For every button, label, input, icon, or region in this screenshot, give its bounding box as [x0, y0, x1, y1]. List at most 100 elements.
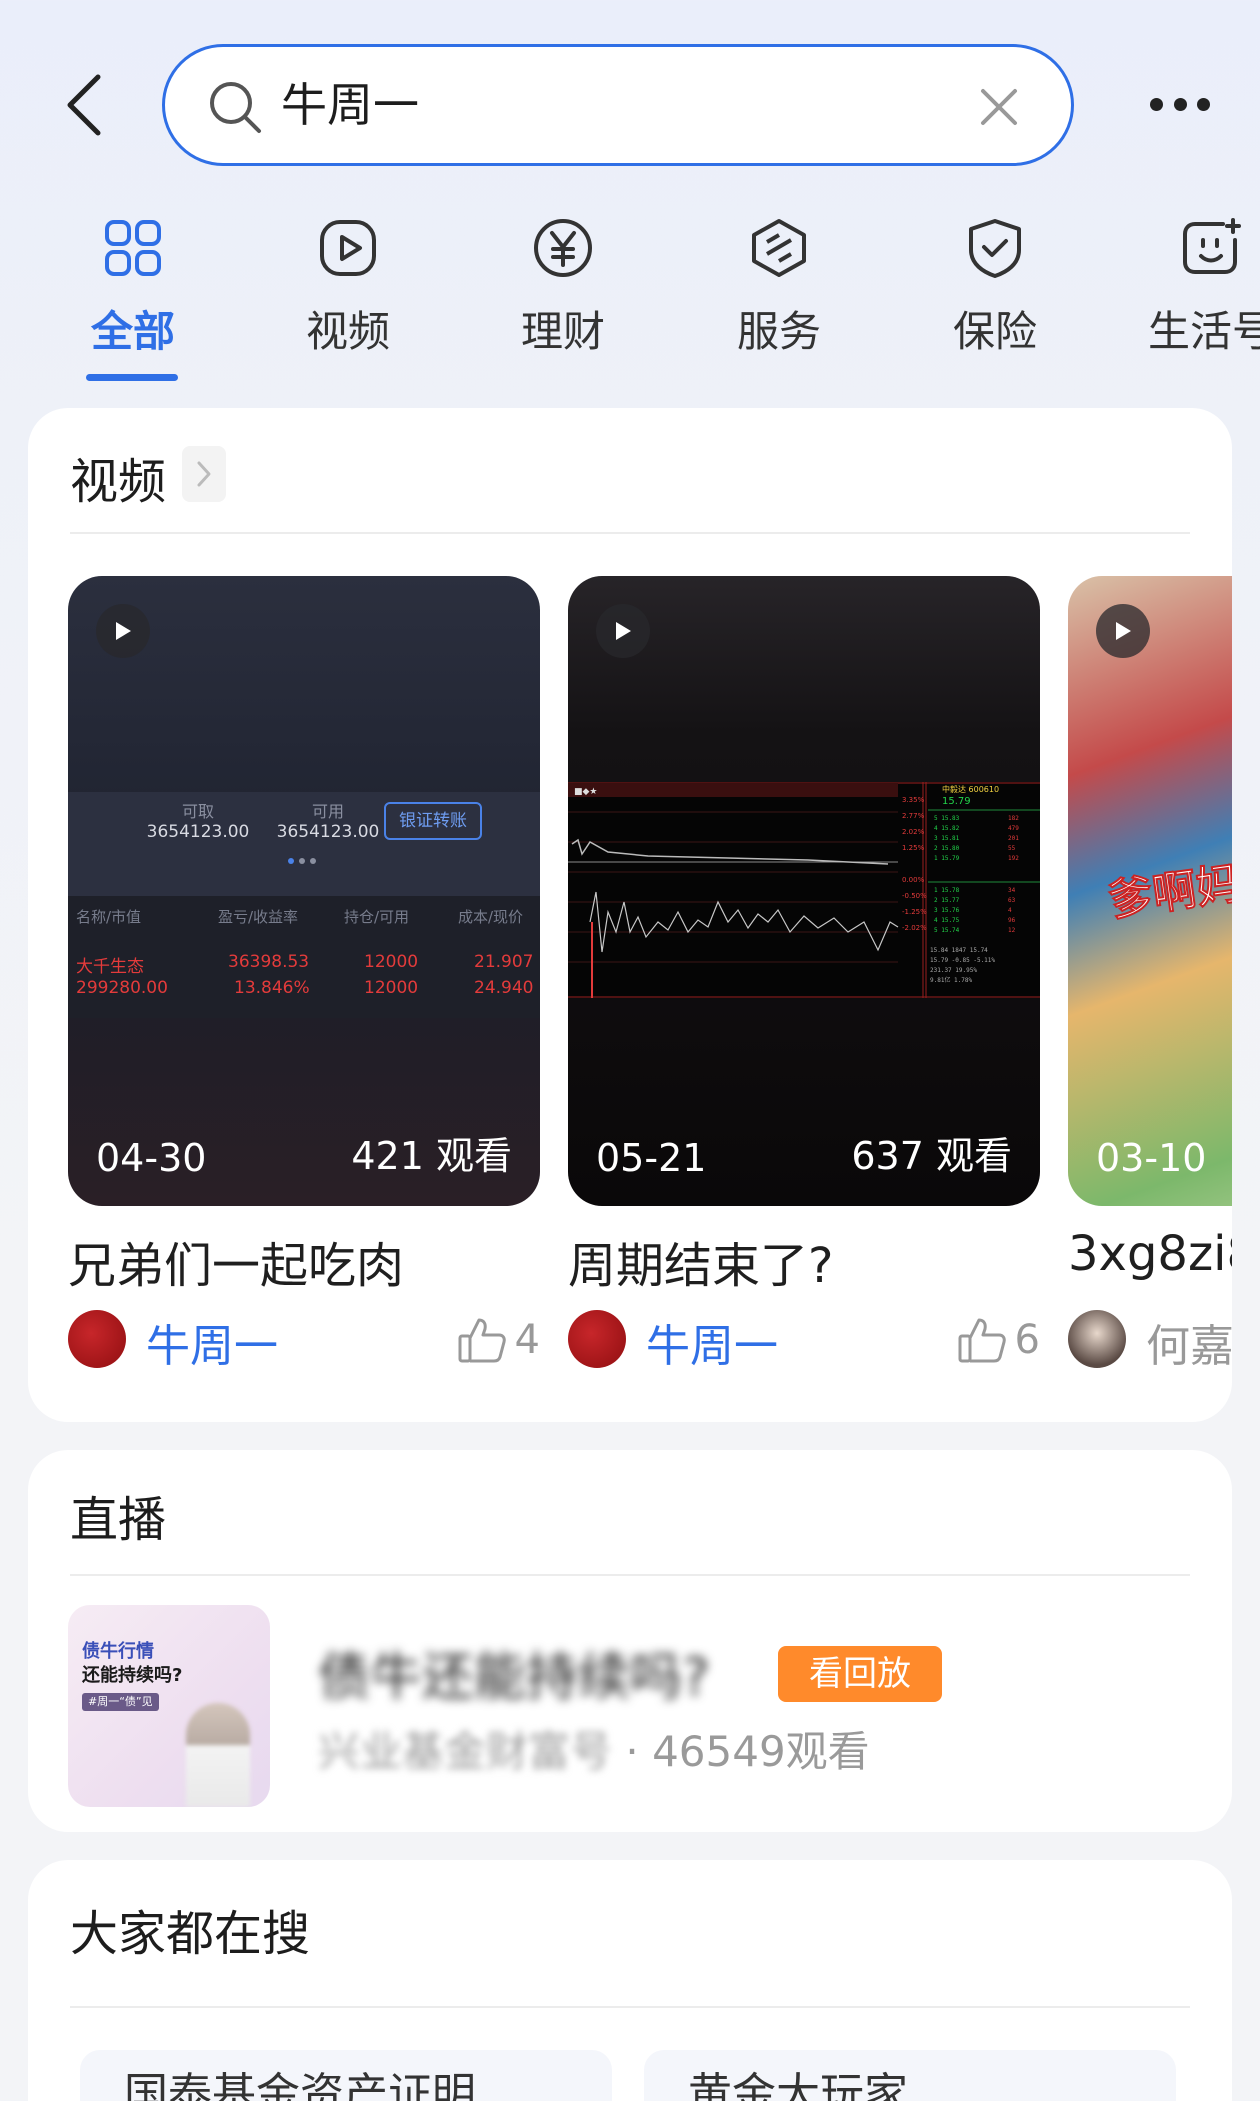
svg-text:4 15.75: 4 15.75 [934, 917, 960, 924]
holdings-cell: 21.907 [474, 952, 534, 972]
holdings-header: 成本/现价 [458, 908, 524, 926]
play-icon [320, 220, 376, 276]
category-tabs: 全部 视频 理财 服务 保险 生活号 [0, 210, 1260, 390]
live-thumbnail[interactable]: 债牛行情 还能持续吗? #周一“债”见 [68, 1605, 270, 1807]
live-title[interactable]: 债牛还能持续吗? [318, 1635, 710, 1710]
stock-name: 中毅达 600610 [942, 784, 999, 794]
section-more-button[interactable] [182, 446, 226, 502]
video-overlay-text: 爹啊妈 [1105, 857, 1232, 928]
like-button[interactable]: 4 [457, 1312, 540, 1368]
holdings-table: 名称/市值 盈亏/收益率 持仓/可用 成本/现价 大千生态 36398.53 1… [68, 896, 540, 1018]
holdings-cell: 24.940 [474, 978, 534, 998]
svg-text:1.25%: 1.25% [902, 844, 925, 852]
like-count: 6 [1014, 1317, 1040, 1363]
transfer-button: 银证转账 [384, 802, 482, 840]
yen-icon [534, 219, 592, 277]
tab-video[interactable]: 视频 [263, 210, 433, 380]
more-dot-icon [1173, 97, 1187, 111]
svg-text:5 15.74: 5 15.74 [934, 927, 960, 934]
thumb-text: 债牛行情 [82, 1641, 154, 1662]
svg-text:4 15.82: 4 15.82 [934, 825, 960, 832]
shield-check-icon [969, 219, 1021, 278]
balance-label: 可取 [181, 802, 214, 821]
play-badge [96, 604, 150, 658]
thumbs-up-icon [958, 1318, 1006, 1363]
balance-panel: 可取 3654123.00 可用 3654123.00 银证转账 [68, 792, 540, 896]
stock-price: 15.79 [942, 796, 971, 807]
presenter-image [186, 1703, 250, 1807]
svg-text:192: 192 [1008, 855, 1019, 862]
top-bar: 牛周一 [0, 42, 1260, 166]
live-meta: 兴业基金财富号 · 46549观看 [318, 1718, 870, 1779]
tab-lifestyle[interactable]: 生活号 [1126, 210, 1260, 380]
svg-text:3 15.76: 3 15.76 [934, 907, 960, 914]
tab-finance[interactable]: 理财 [478, 210, 648, 380]
grid-icon [105, 220, 161, 276]
svg-text:0.00%: 0.00% [902, 876, 925, 884]
video-title[interactable]: 3xg8zi8 [1068, 1226, 1232, 1282]
svg-text:96: 96 [1008, 917, 1016, 924]
thumbs-up-icon [458, 1318, 506, 1363]
live-source: 兴业基金财富号 [318, 1727, 613, 1776]
svg-text:4: 4 [1008, 907, 1012, 914]
video-date: 03-10 [1096, 1136, 1207, 1180]
cube-icon [752, 219, 806, 277]
author-row: 何嘉 [1068, 1306, 1232, 1372]
live-section: 直播 债牛行情 还能持续吗? #周一“债”见 债牛还能持续吗? 看回放 兴业基金… [28, 1450, 1232, 1832]
avatar[interactable] [568, 1310, 626, 1368]
section-title: 大家都在搜 [70, 1906, 311, 1962]
tab-services[interactable]: 服务 [694, 210, 864, 380]
like-count: 4 [514, 1317, 540, 1363]
video-title[interactable]: 兄弟们一起吃肉 [68, 1226, 404, 1296]
svg-text:3.35%: 3.35% [902, 796, 925, 804]
chip-label: 黄金大玩家 [688, 2069, 908, 2101]
play-icon [616, 622, 631, 640]
holdings-cell: 13.846% [234, 978, 310, 998]
holdings-cell: 36398.53 [228, 952, 310, 972]
divider [70, 1574, 1190, 1576]
svg-text:-0.50%: -0.50% [902, 892, 927, 900]
author-name[interactable]: 何嘉 [1146, 1310, 1232, 1374]
trending-chip[interactable]: 国泰基金资产证明 [80, 2050, 612, 2101]
holdings-header: 盈亏/收益率 [218, 908, 299, 926]
thumb-text: 还能持续吗? [82, 1665, 183, 1686]
search-icon [210, 82, 261, 133]
tab-label: 视频 [305, 307, 390, 356]
svg-text:479: 479 [1008, 825, 1019, 832]
video-thumbnail[interactable]: 爹啊妈 03-10 [1068, 576, 1232, 1206]
video-thumbnail[interactable]: ■◆★ 3.35% 2.77% 2.02% 1.25% 0.00% -0.50% -1.2… [568, 576, 1040, 1206]
tab-all[interactable]: 全部 [48, 210, 218, 380]
close-icon[interactable] [977, 85, 1021, 129]
svg-text:-1.25%: -1.25% [902, 908, 927, 916]
tab-label: 保险 [952, 307, 1037, 356]
svg-text:12: 12 [1008, 927, 1016, 934]
tab-label: 服务 [736, 307, 821, 356]
svg-text:201: 201 [1008, 835, 1019, 842]
divider [70, 2006, 1190, 2008]
tab-insurance[interactable]: 保险 [910, 210, 1080, 380]
play-badge [1096, 604, 1150, 658]
more-menu-button[interactable] [1150, 82, 1210, 126]
holdings-header: 持仓/可用 [344, 908, 410, 926]
tab-label: 理财 [520, 307, 605, 356]
trending-chip[interactable]: 黄金大玩家 [644, 2050, 1176, 2101]
like-button[interactable]: 6 [957, 1312, 1040, 1368]
svg-text:34: 34 [1008, 887, 1016, 894]
svg-text:15.84 1847 15.74: 15.84 1847 15.74 [930, 947, 988, 954]
pager-dots [288, 858, 318, 866]
svg-text:■◆★: ■◆★ [574, 787, 598, 797]
back-button[interactable] [52, 70, 116, 140]
search-query[interactable]: 牛周一 [281, 72, 419, 138]
thumb-tag: #周一“债”见 [82, 1693, 159, 1711]
author-name[interactable]: 牛周一 [646, 1310, 778, 1374]
more-dot-icon [1150, 97, 1163, 111]
svg-text:-2.02%: -2.02% [902, 924, 927, 932]
avatar[interactable] [1068, 1310, 1126, 1368]
more-dot-icon [1197, 97, 1210, 111]
video-title[interactable]: 周期结束了? [568, 1226, 833, 1296]
author-name[interactable]: 牛周一 [146, 1310, 278, 1374]
video-thumbnail[interactable]: 可取 3654123.00 可用 3654123.00 银证转账 名称/市值 盈… [68, 576, 540, 1206]
svg-text:1 15.79: 1 15.79 [934, 855, 960, 862]
avatar[interactable] [68, 1310, 126, 1368]
search-input[interactable]: 牛周一 [162, 44, 1074, 166]
